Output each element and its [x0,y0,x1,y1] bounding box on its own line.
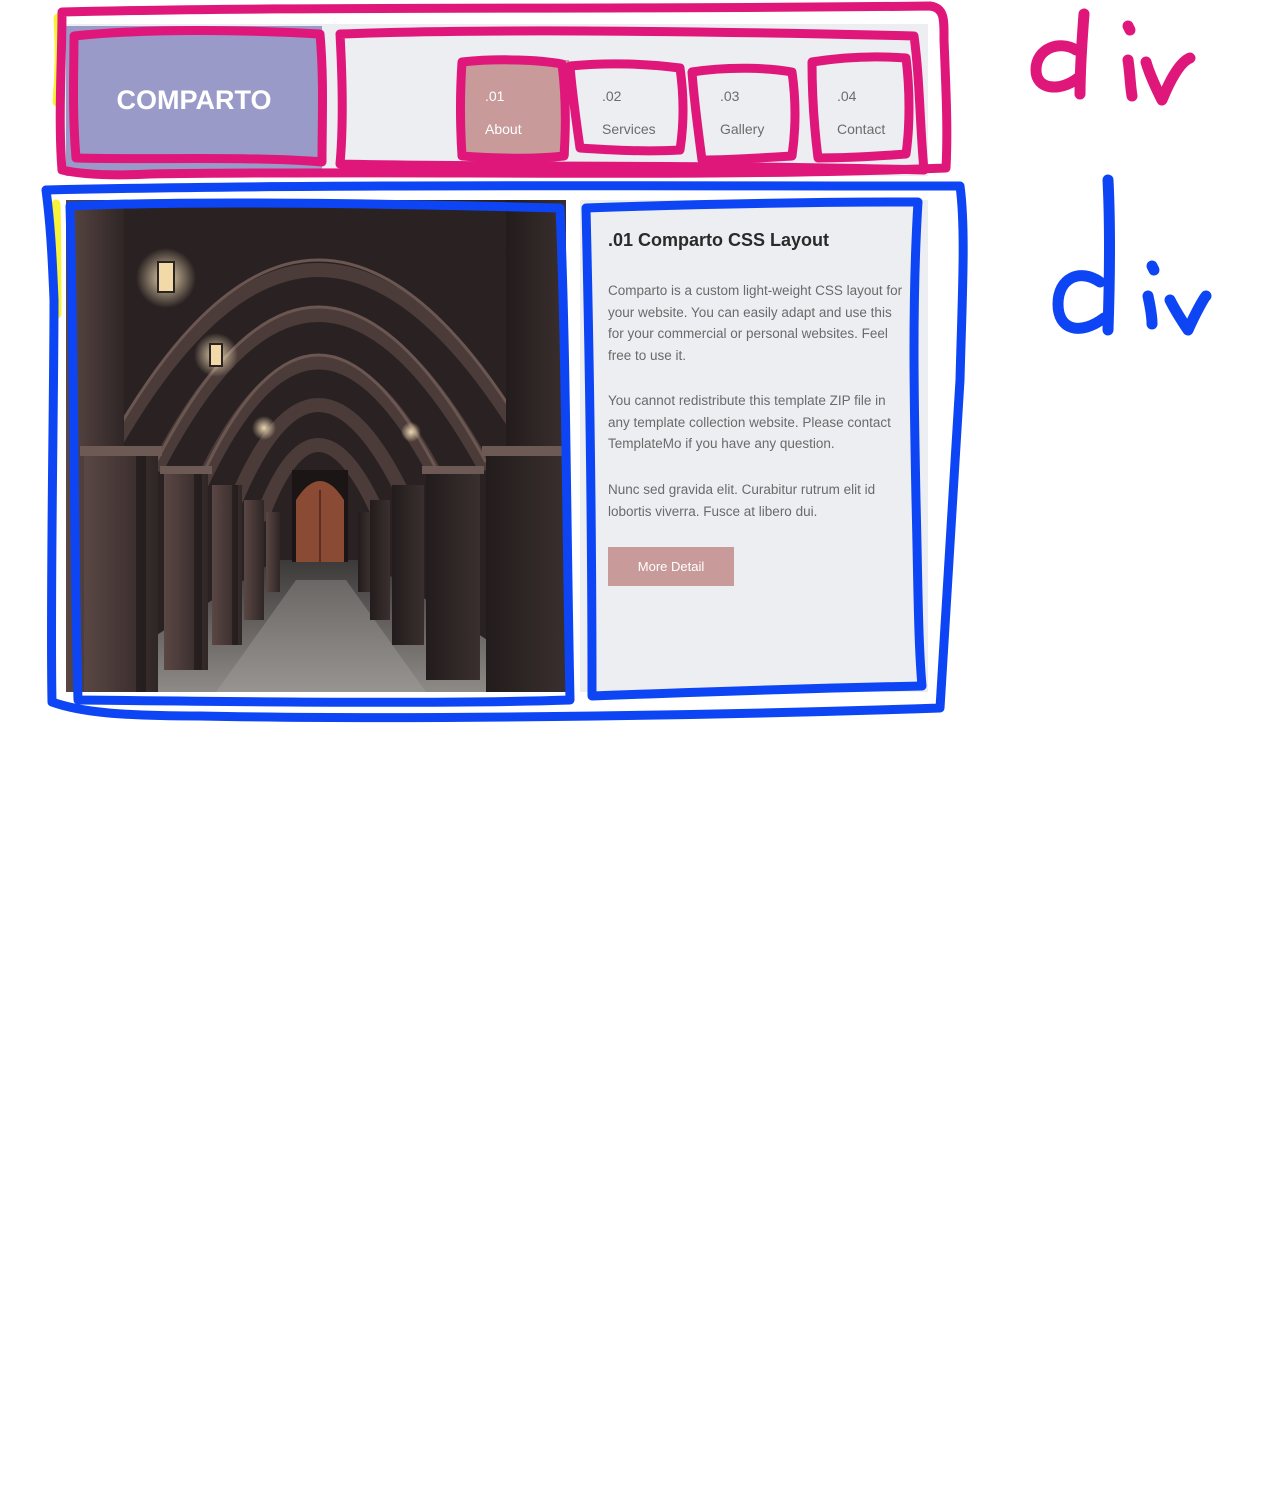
logo[interactable]: COMPARTO [66,26,322,176]
nav-item-number: .02 [602,88,622,104]
nav-item-number: .01 [485,88,505,104]
nav-item-label: Contact [837,121,886,137]
content-paragraph: Comparto is a custom light-weight CSS la… [608,283,903,363]
nav-item-label: Gallery [720,121,765,137]
more-detail-button[interactable]: More Detail [608,547,734,586]
blue-div-label [1052,174,1212,336]
logo-text: COMPARTO [116,84,272,115]
content-panel: .01 Comparto CSS Layout Comparto is a cu… [580,200,928,692]
nav-item-services[interactable]: .02 Services [582,60,686,156]
nav-item-number: .04 [837,88,857,104]
main-nav: .01 About .02 Services .03 Gallery .04 C… [465,58,915,158]
nav-item-label: Services [602,121,656,137]
nav-item-contact[interactable]: .04 Contact [817,60,921,156]
corridor-photo [66,200,566,692]
pink-div-label [1030,8,1196,106]
hero-image [66,200,566,692]
nav-item-label: About [485,121,522,137]
yellow-marks [51,13,64,319]
content-title: .01 Comparto CSS Layout [608,230,830,250]
nav-item-about[interactable]: .01 About [465,60,569,156]
content-paragraph: Nunc sed gravida elit. Curabitur rutrum … [608,482,876,519]
content-paragraph: You cannot redistribute this template ZI… [608,393,891,451]
nav-item-gallery[interactable]: .03 Gallery [700,60,804,156]
nav-item-number: .03 [720,88,740,104]
